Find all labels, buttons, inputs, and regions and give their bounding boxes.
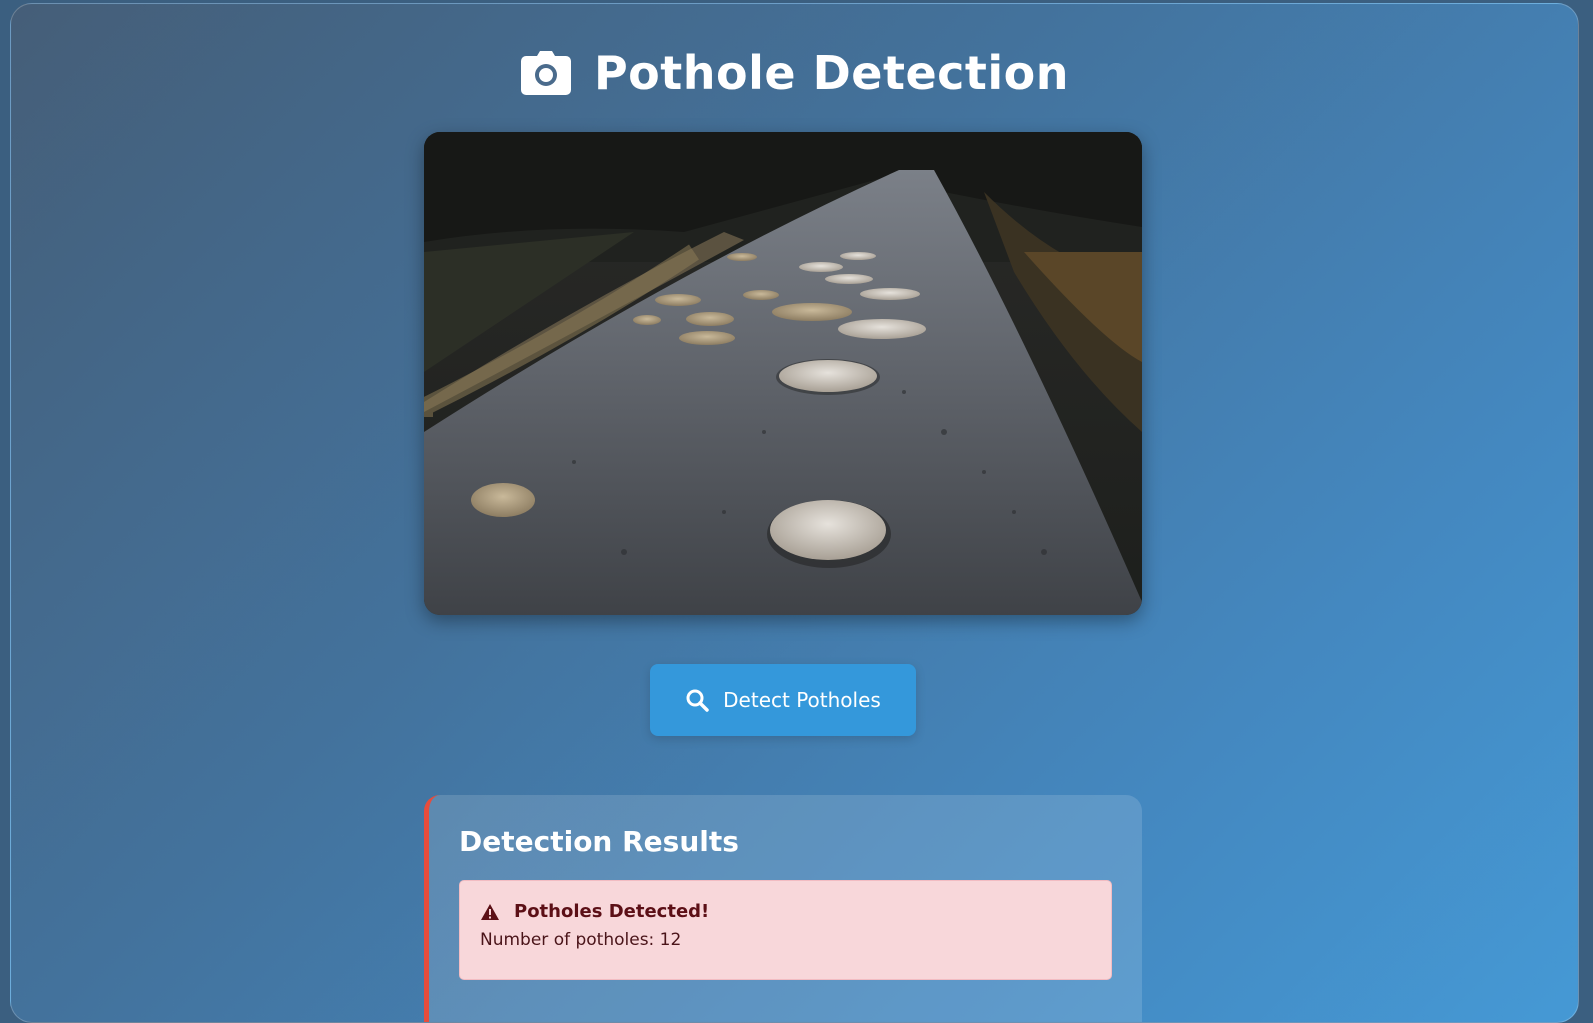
detection-results-card: Detection Results Potholes Detected! Num… <box>424 795 1142 1022</box>
pothole-alert: Potholes Detected! Number of potholes: 1… <box>459 880 1112 980</box>
search-icon <box>686 689 709 712</box>
page-header: Pothole Detection <box>11 46 1578 100</box>
main-panel: Pothole Detection Detect Potholes Detect… <box>10 3 1579 1023</box>
detect-button-label: Detect Potholes <box>723 688 881 712</box>
page-title: Pothole Detection <box>593 46 1070 100</box>
pothole-road-image <box>424 132 1142 615</box>
camera-icon <box>520 51 571 95</box>
alert-header: Potholes Detected! <box>480 901 1091 922</box>
warning-icon <box>481 903 499 920</box>
alert-title: Potholes Detected! <box>514 901 710 922</box>
pothole-count: Number of potholes: 12 <box>480 930 682 950</box>
road-photo <box>424 132 1142 615</box>
detect-potholes-button[interactable]: Detect Potholes <box>650 664 916 736</box>
results-heading: Detection Results <box>459 825 739 858</box>
